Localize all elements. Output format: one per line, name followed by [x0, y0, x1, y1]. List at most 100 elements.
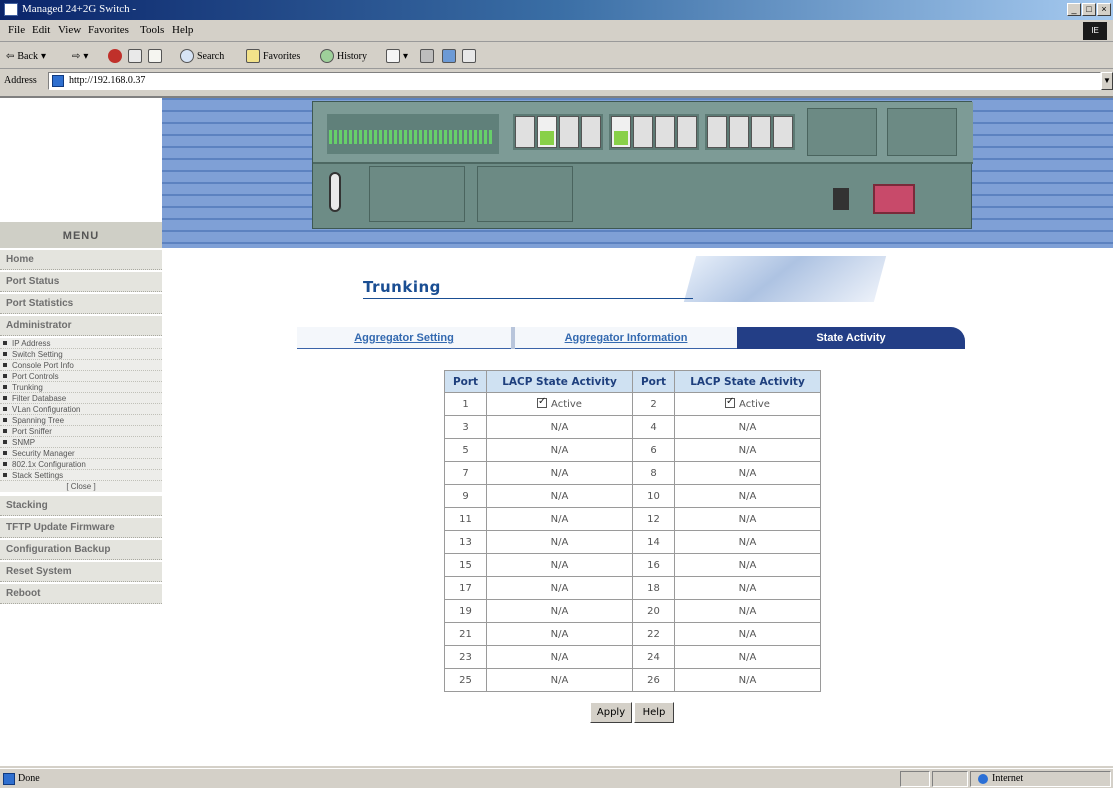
- lacp-state-cell[interactable]: Active: [674, 392, 821, 416]
- back-button[interactable]: ⇦ Back ▾: [6, 48, 46, 64]
- port-icon[interactable]: [515, 116, 535, 148]
- cell-text: N/A: [738, 513, 757, 525]
- sidebar-item-tftp-update-firmware[interactable]: TFTP Update Firmware: [0, 518, 162, 538]
- cell-text: 21: [459, 628, 472, 640]
- lacp-state-cell: N/A: [486, 576, 633, 600]
- sidebar-item-administrator[interactable]: Administrator: [0, 316, 162, 336]
- port-icon[interactable]: [729, 116, 749, 148]
- sidebar-subitem-spanning-tree[interactable]: Spanning Tree: [0, 415, 162, 426]
- cell-text: Active: [551, 399, 582, 410]
- mail-button[interactable]: ▾: [386, 48, 408, 64]
- port-icon[interactable]: [751, 116, 771, 148]
- forward-button[interactable]: ⇨ ▾: [72, 48, 88, 64]
- sidebar-subitem-switch-setting[interactable]: Switch Setting: [0, 349, 162, 360]
- lacp-state-cell: N/A: [486, 415, 633, 439]
- port-icon[interactable]: [581, 116, 601, 148]
- sidebar-subitem-802-1x-configuration[interactable]: 802.1x Configuration: [0, 459, 162, 470]
- sidebar-item-stacking[interactable]: Stacking: [0, 496, 162, 516]
- windows-flag-icon: IE: [1083, 22, 1107, 40]
- edit-button[interactable]: [442, 48, 456, 64]
- port-icon[interactable]: [633, 116, 653, 148]
- power-switch-icon: [833, 188, 849, 210]
- port-icon[interactable]: [655, 116, 675, 148]
- help-button[interactable]: Help: [634, 702, 674, 723]
- table-row: 11 N/A 12 N/A: [444, 507, 821, 531]
- sidebar-subitem-stack-settings[interactable]: Stack Settings: [0, 470, 162, 481]
- device-banner: [162, 98, 1113, 248]
- sidebar-close-link[interactable]: [ Close ]: [0, 481, 162, 492]
- gbic-slot[interactable]: [807, 108, 877, 156]
- port-icon[interactable]: [677, 116, 697, 148]
- home-button[interactable]: [148, 48, 162, 64]
- lacp-state-cell: N/A: [486, 553, 633, 577]
- sidebar-item-reboot[interactable]: Reboot: [0, 584, 162, 604]
- sidebar-subitem-console-port-info[interactable]: Console Port Info: [0, 360, 162, 371]
- minimize-button[interactable]: _: [1067, 3, 1081, 16]
- cell-text: N/A: [550, 444, 569, 456]
- sidebar-item-reset-system[interactable]: Reset System: [0, 562, 162, 582]
- refresh-button[interactable]: [128, 48, 142, 64]
- cell-text: N/A: [738, 421, 757, 433]
- port-number-cell: 20: [632, 599, 675, 623]
- menu-view[interactable]: View: [58, 24, 81, 36]
- cell-text: N/A: [738, 444, 757, 456]
- title-underline: [363, 298, 693, 299]
- print-button[interactable]: [420, 48, 434, 64]
- apply-button[interactable]: Apply: [590, 702, 632, 723]
- history-button[interactable]: History: [320, 48, 367, 64]
- cell-text: Active: [739, 399, 770, 410]
- port-icon[interactable]: [611, 116, 631, 148]
- lacp-state-cell[interactable]: Active: [486, 392, 633, 416]
- port-group-1: [513, 114, 603, 150]
- sidebar-subitem-snmp[interactable]: SNMP: [0, 437, 162, 448]
- title-bar: Managed 24+2G Switch - _ □ ×: [0, 0, 1113, 20]
- cell-text: 16: [647, 559, 660, 571]
- tab-aggregator-information[interactable]: Aggregator Information: [515, 327, 737, 349]
- sidebar-subitem-trunking[interactable]: Trunking: [0, 382, 162, 393]
- address-input[interactable]: http://192.168.0.37: [48, 72, 1101, 90]
- port-icon[interactable]: [773, 116, 793, 148]
- cell-text: 3: [462, 421, 469, 433]
- port-icon[interactable]: [707, 116, 727, 148]
- window-controls: _ □ ×: [1067, 3, 1111, 16]
- sidebar-subitem-port-sniffer[interactable]: Port Sniffer: [0, 426, 162, 437]
- active-checkbox[interactable]: [725, 396, 736, 408]
- gbic-slot[interactable]: [887, 108, 957, 156]
- menu-favorites[interactable]: Favorites: [88, 24, 129, 36]
- discuss-button[interactable]: [462, 48, 476, 64]
- cell-text: 23: [459, 651, 472, 663]
- bullet-icon: [3, 352, 7, 356]
- lacp-state-cell: N/A: [674, 438, 821, 462]
- sidebar-item-port-statistics[interactable]: Port Statistics: [0, 294, 162, 314]
- menu-file[interactable]: File: [8, 24, 25, 36]
- cell-text: 12: [647, 513, 660, 525]
- sidebar-item-port-status[interactable]: Port Status: [0, 272, 162, 292]
- cell-text: 19: [459, 605, 472, 617]
- menu-tools[interactable]: Tools: [140, 24, 164, 36]
- forward-arrow-icon: ⇨: [72, 50, 81, 62]
- col-header-port: Port: [444, 370, 487, 393]
- menu-edit[interactable]: Edit: [32, 24, 50, 36]
- tab-state-activity[interactable]: State Activity: [737, 327, 965, 349]
- sidebar-subitem-security-manager[interactable]: Security Manager: [0, 448, 162, 459]
- active-checkbox[interactable]: [537, 396, 548, 408]
- tab-aggregator-setting[interactable]: Aggregator Setting: [297, 327, 511, 349]
- sidebar-subitem-filter-database[interactable]: Filter Database: [0, 393, 162, 404]
- favorites-button[interactable]: Favorites: [246, 48, 300, 64]
- search-button[interactable]: Search: [180, 48, 224, 64]
- stop-button[interactable]: [108, 48, 122, 64]
- address-label: Address: [4, 75, 37, 86]
- address-dropdown-button[interactable]: ▼: [1101, 72, 1113, 90]
- port-icon[interactable]: [559, 116, 579, 148]
- sidebar-subitem-ip-address[interactable]: IP Address: [0, 338, 162, 349]
- port-icon[interactable]: [537, 116, 557, 148]
- sidebar-subitem-vlan-configuration[interactable]: VLan Configuration: [0, 404, 162, 415]
- sidebar-subitem-port-controls[interactable]: Port Controls: [0, 371, 162, 382]
- security-zone: Internet: [992, 773, 1024, 784]
- close-button[interactable]: ×: [1097, 3, 1111, 16]
- sidebar-item-configuration-backup[interactable]: Configuration Backup: [0, 540, 162, 560]
- menu-help[interactable]: Help: [172, 24, 193, 36]
- sidebar-item-home[interactable]: Home: [0, 250, 162, 270]
- maximize-button[interactable]: □: [1082, 3, 1096, 16]
- port-number-cell: 26: [632, 668, 675, 692]
